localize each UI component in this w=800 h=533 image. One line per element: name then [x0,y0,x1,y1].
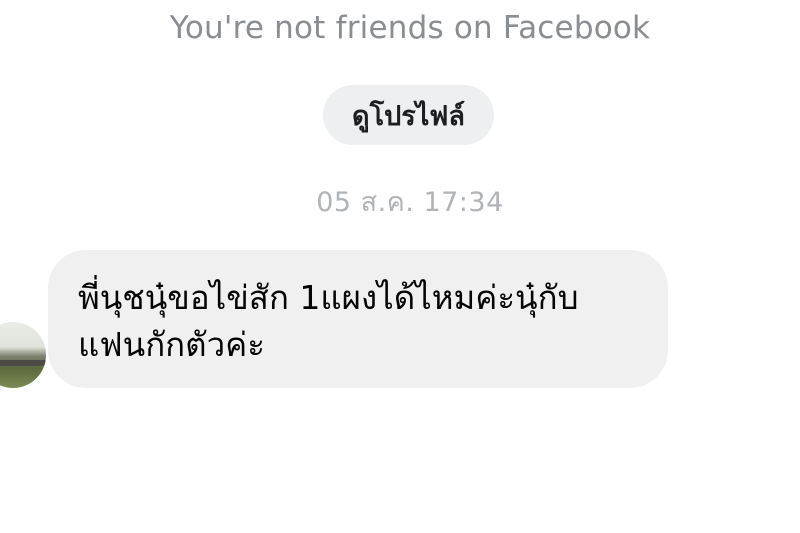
message-bubble[interactable]: พี่นุชนุ๋ขอไข่สัก 1แผงได้ไหมค่ะนุ๋กับ แฟ… [48,250,668,388]
not-friends-notice: You're not friends on Facebook [169,10,651,46]
sender-avatar[interactable] [0,322,46,388]
avatar-photo-detail [0,360,46,366]
chat-screen: You're not friends on Facebook ดูโปรไฟล์… [0,0,800,533]
message-text-line-2: แฟนกักตัวค่ะ [78,325,265,364]
view-profile-button[interactable]: ดูโปรไฟล์ [323,85,494,145]
message-timestamp: 05 ส.ค. 17:34 [316,187,504,218]
message-text-line-1: พี่นุชนุ๋ขอไข่สัก 1แผงได้ไหมค่ะนุ๋กับ [78,278,579,317]
